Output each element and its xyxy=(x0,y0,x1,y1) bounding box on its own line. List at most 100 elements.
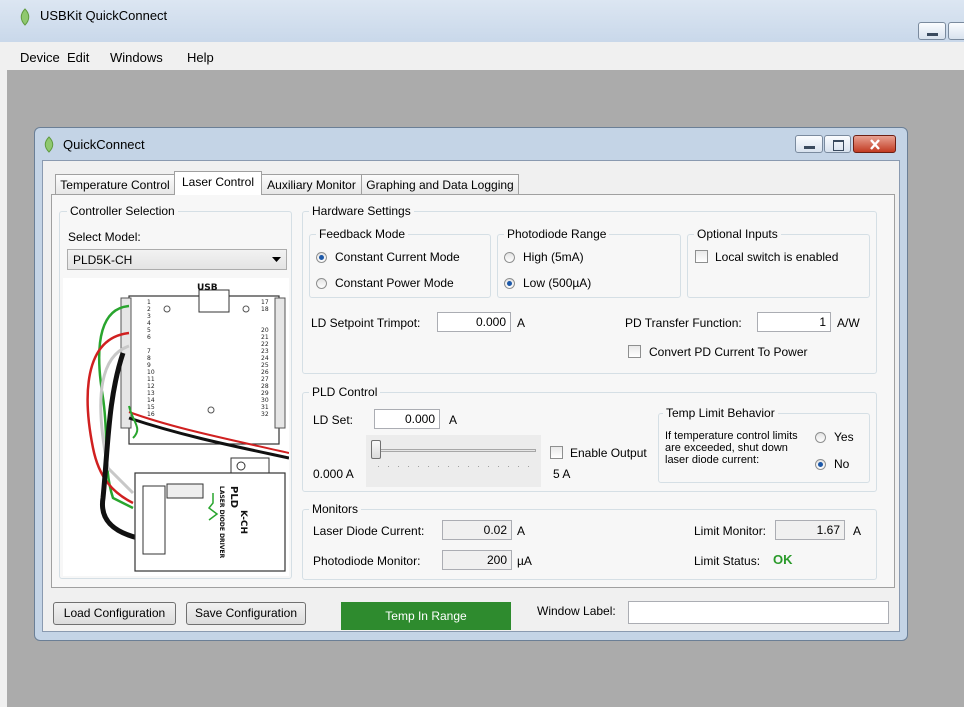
svg-text:14: 14 xyxy=(147,397,155,404)
window-leaf-icon xyxy=(44,136,54,153)
svg-text:10: 10 xyxy=(147,369,155,376)
svg-text:21: 21 xyxy=(261,334,269,341)
tab-laser-control[interactable]: Laser Control xyxy=(174,171,262,195)
enable-output-checkbox[interactable] xyxy=(550,446,563,459)
svg-text:29: 29 xyxy=(261,390,269,397)
svg-text:32: 32 xyxy=(261,411,269,418)
app-restore-button[interactable] xyxy=(948,22,964,40)
temp-limit-no-radio[interactable] xyxy=(815,459,826,470)
ld-setpoint-field[interactable]: 0.000 xyxy=(437,312,511,332)
close-icon xyxy=(870,139,880,150)
controller-selection-label: Controller Selection xyxy=(67,204,178,218)
svg-text:30: 30 xyxy=(261,397,269,404)
temp-limit-yes-label: Yes xyxy=(834,430,854,444)
svg-text:22: 22 xyxy=(261,341,269,348)
svg-text:7: 7 xyxy=(147,348,151,355)
svg-text:16: 16 xyxy=(147,411,155,418)
svg-text:31: 31 xyxy=(261,404,269,411)
board-usb-label: USB xyxy=(197,283,218,293)
svg-text:15: 15 xyxy=(147,404,155,411)
limit-monitor-label: Limit Monitor: xyxy=(694,524,767,538)
slider-thumb[interactable] xyxy=(371,440,381,459)
pd-monitor-unit: µA xyxy=(517,554,532,568)
svg-text:6: 6 xyxy=(147,334,151,341)
svg-text:13: 13 xyxy=(147,390,155,397)
constant-power-label: Constant Power Mode xyxy=(335,276,454,290)
convert-pd-checkbox[interactable] xyxy=(628,345,641,358)
slider-ticks xyxy=(378,466,534,467)
board-laser-diode-driver-label: LASER DIODE DRIVER xyxy=(218,486,225,559)
svg-text:17: 17 xyxy=(261,299,269,306)
menu-bar: Device Edit Windows Help xyxy=(0,42,964,70)
pld-control-label: PLD Control xyxy=(309,385,381,399)
app-leaf-icon xyxy=(20,8,30,26)
pd-transfer-unit: A/W xyxy=(837,316,860,330)
constant-current-radio[interactable] xyxy=(316,252,327,263)
select-model-label: Select Model: xyxy=(68,230,141,244)
svg-text:8: 8 xyxy=(147,355,151,362)
svg-text:2: 2 xyxy=(147,306,151,313)
minimize-icon xyxy=(804,146,815,149)
tab-auxiliary-monitor[interactable]: Auxiliary Monitor xyxy=(261,174,362,194)
temp-limit-yes-radio[interactable] xyxy=(815,432,826,443)
maximize-icon xyxy=(833,140,844,151)
pd-high-radio[interactable] xyxy=(504,252,515,263)
window-label-input[interactable] xyxy=(628,601,889,624)
ld-current-unit: A xyxy=(517,524,526,538)
ld-set-field[interactable]: 0.000 xyxy=(374,409,440,429)
ld-current-label: Laser Diode Current: xyxy=(313,524,425,538)
menu-device[interactable]: Device xyxy=(20,50,60,65)
monitors-label: Monitors xyxy=(309,502,362,516)
constant-power-radio[interactable] xyxy=(316,278,327,289)
svg-text:23: 23 xyxy=(261,348,269,355)
limit-monitor-field: 1.67 xyxy=(775,520,845,540)
pd-monitor-field: 200 xyxy=(442,550,512,570)
menu-help[interactable]: Help xyxy=(187,50,214,65)
svg-text:3: 3 xyxy=(147,313,151,320)
pd-high-label: High (5mA) xyxy=(523,250,584,264)
minimize-button[interactable] xyxy=(795,135,823,153)
pd-low-label: Low (500µA) xyxy=(523,276,592,290)
svg-text:27: 27 xyxy=(261,376,269,383)
app-minimize-button[interactable] xyxy=(918,22,946,40)
tab-temperature-control[interactable]: Temperature Control xyxy=(55,174,175,194)
pd-transfer-field[interactable]: 1 xyxy=(757,312,831,332)
optional-inputs-group xyxy=(687,234,870,298)
ld-current-field: 0.02 xyxy=(442,520,512,540)
feedback-mode-label: Feedback Mode xyxy=(316,227,409,241)
maximize-button[interactable] xyxy=(824,135,851,153)
optional-inputs-label: Optional Inputs xyxy=(694,227,781,241)
minimize-icon xyxy=(927,33,938,36)
enable-output-label: Enable Output xyxy=(570,446,647,460)
tab-graphing-data-logging[interactable]: Graphing and Data Logging xyxy=(361,174,519,194)
menu-edit[interactable]: Edit xyxy=(67,50,89,65)
temp-limit-label: Temp Limit Behavior xyxy=(663,406,778,420)
model-select[interactable]: PLD5K-CH xyxy=(67,249,287,270)
svg-text:1: 1 xyxy=(147,299,151,306)
ld-set-unit: A xyxy=(449,413,458,427)
limit-status-label: Limit Status: xyxy=(694,554,761,568)
svg-text:5: 5 xyxy=(147,327,151,334)
load-configuration-button[interactable]: Load Configuration xyxy=(53,602,176,625)
temp-limit-description: If temperature control limits are exceed… xyxy=(665,430,798,466)
constant-current-label: Constant Current Mode xyxy=(335,250,460,264)
svg-text:4: 4 xyxy=(147,320,151,327)
save-configuration-button[interactable]: Save Configuration xyxy=(186,602,306,625)
limit-status-value: OK xyxy=(773,552,793,567)
local-switch-checkbox[interactable] xyxy=(695,250,708,263)
slider-max-label: 5 A xyxy=(553,467,571,481)
pd-low-radio[interactable] xyxy=(504,278,515,289)
svg-text:18: 18 xyxy=(261,306,269,313)
svg-text:9: 9 xyxy=(147,362,151,369)
photodiode-range-label: Photodiode Range xyxy=(504,227,610,241)
app-title: USBKit QuickConnect xyxy=(40,8,168,23)
close-button[interactable] xyxy=(853,135,896,153)
ld-current-slider[interactable] xyxy=(366,435,541,487)
ld-setpoint-label: LD Setpoint Trimpot: xyxy=(311,316,421,330)
menu-windows[interactable]: Windows xyxy=(110,50,163,65)
svg-text:24: 24 xyxy=(261,355,269,362)
svg-text:25: 25 xyxy=(261,362,269,369)
hardware-settings-label: Hardware Settings xyxy=(309,204,414,218)
ld-set-label: LD Set: xyxy=(313,413,354,427)
model-select-value: PLD5K-CH xyxy=(73,253,133,267)
